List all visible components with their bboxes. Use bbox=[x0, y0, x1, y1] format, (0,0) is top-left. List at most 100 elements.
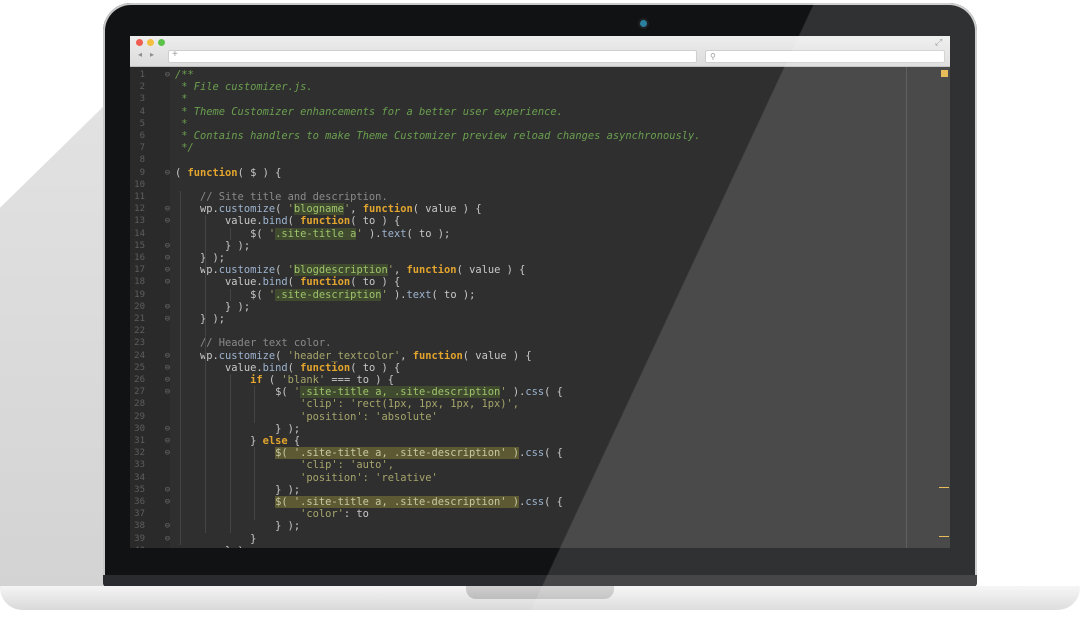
fold-toggle-icon[interactable]: ⊖ bbox=[164, 167, 171, 179]
line-number: 34 bbox=[134, 472, 145, 483]
code-line[interactable]: 21 ⊖ } ); bbox=[130, 313, 906, 325]
code-line[interactable]: 6 * Contains handlers to make Theme Cust… bbox=[130, 130, 906, 142]
code-line[interactable]: 33 'clip': 'auto', bbox=[130, 459, 906, 471]
code-line[interactable]: 18 ⊖ value.bind( function( to ) { bbox=[130, 276, 906, 288]
minimize-window-button[interactable] bbox=[147, 39, 154, 46]
code-token: ( { bbox=[544, 386, 563, 399]
code-line[interactable]: 38 ⊖ } ); bbox=[130, 520, 906, 532]
fold-toggle-icon[interactable]: ⊖ bbox=[164, 362, 171, 374]
expand-icon[interactable]: ⤢ bbox=[935, 38, 942, 47]
code-line[interactable]: 34 'position': 'relative' bbox=[130, 472, 906, 484]
code-line[interactable]: 5 * bbox=[130, 118, 906, 130]
code-line[interactable]: 17 ⊖ wp.customize( 'blogdescription', fun… bbox=[130, 264, 906, 277]
code-token: } ); bbox=[175, 483, 301, 496]
code-token: } ); bbox=[175, 252, 226, 264]
code-line[interactable]: 25 ⊖ value.bind( function( to ) { bbox=[130, 362, 906, 374]
code-line[interactable]: 32 ⊖ $( '.site-title a, .site-description… bbox=[130, 447, 906, 460]
code-token: } bbox=[175, 435, 263, 447]
search-input[interactable]: ⚲ bbox=[705, 50, 945, 63]
code-token: ). bbox=[387, 288, 407, 301]
code-line[interactable]: 39 ⊖ } bbox=[130, 533, 906, 545]
code-line[interactable]: 19 $( '.site-description' ).text( to ); bbox=[130, 288, 906, 301]
address-bar[interactable]: + bbox=[168, 49, 697, 63]
code-line[interactable]: 14 $( '.site-title a' ).text( to ); bbox=[130, 227, 906, 240]
indent-guide bbox=[205, 215, 206, 533]
code-line[interactable]: 36 ⊖ $( '.site-title a, .site-description… bbox=[130, 496, 906, 508]
fold-toggle-icon[interactable]: ⊖ bbox=[164, 435, 171, 447]
code-line[interactable]: 27 ⊖ $( '.site-title a, .site-description… bbox=[130, 386, 906, 399]
code-text: } ); bbox=[175, 240, 250, 252]
fold-toggle-icon[interactable]: ⊖ bbox=[164, 264, 171, 276]
line-number: 4 bbox=[139, 106, 145, 117]
code-line[interactable]: 9 ⊖ ( function( $ ) { bbox=[130, 167, 906, 179]
fold-toggle-icon[interactable]: ⊖ bbox=[164, 374, 171, 386]
back-arrow-icon[interactable]: ◂ bbox=[138, 50, 142, 60]
code-line[interactable]: 8 bbox=[130, 154, 906, 166]
code-line[interactable]: 15 ⊖ } ); bbox=[130, 240, 906, 252]
code-line[interactable]: 11 // Site title and description. bbox=[130, 191, 906, 203]
fold-toggle-icon[interactable]: ⊖ bbox=[164, 447, 171, 459]
close-window-button[interactable] bbox=[136, 39, 143, 46]
line-number: 14 bbox=[134, 228, 145, 239]
fold-toggle-icon[interactable]: ⊖ bbox=[164, 484, 171, 496]
code-line[interactable]: 10 bbox=[130, 179, 906, 191]
fold-toggle-icon[interactable]: ⊖ bbox=[164, 496, 171, 508]
code-line[interactable]: 35 ⊖ } ); bbox=[130, 484, 906, 496]
code-line[interactable]: 23 // Header text color. bbox=[130, 337, 906, 349]
code-token: ( bbox=[262, 374, 282, 386]
fold-toggle-icon[interactable]: ⊖ bbox=[164, 252, 171, 264]
fold-toggle-icon[interactable]: ⊖ bbox=[164, 350, 171, 362]
forward-arrow-icon[interactable]: ▸ bbox=[150, 50, 154, 60]
fold-toggle-icon[interactable]: ⊖ bbox=[164, 276, 171, 288]
indent-guide bbox=[180, 191, 181, 545]
line-number: 37 bbox=[134, 509, 145, 520]
code-text: value.bind( function( to ) { bbox=[175, 276, 400, 288]
line-number: 36 bbox=[134, 497, 145, 507]
code-line[interactable]: 13 ⊖ value.bind( function( to ) { bbox=[130, 215, 906, 227]
code-line[interactable]: 1 ⊖ /** bbox=[130, 69, 906, 81]
code-text: value.bind( function( to ) { bbox=[175, 215, 400, 227]
fold-toggle-icon[interactable]: ⊖ bbox=[164, 240, 171, 252]
code-token: ( to ) { bbox=[350, 215, 401, 228]
code-line[interactable]: 7 */ bbox=[130, 142, 906, 154]
code-text: } bbox=[175, 533, 256, 545]
code-token: ( bbox=[287, 361, 301, 374]
line-number: 16 bbox=[134, 253, 145, 263]
plus-icon[interactable]: + bbox=[172, 49, 178, 60]
code-line[interactable]: 2 * File customizer.js. bbox=[130, 81, 906, 93]
fold-toggle-icon[interactable]: ⊖ bbox=[164, 203, 171, 215]
code-line[interactable]: 29 'position': 'absolute' bbox=[130, 411, 906, 423]
code-line[interactable]: 37 'color': to bbox=[130, 508, 906, 520]
code-line[interactable]: 26 ⊖ if ( 'blank' === to ) { bbox=[130, 374, 906, 386]
fold-toggle-icon[interactable]: ⊖ bbox=[164, 313, 171, 325]
line-number: 8 bbox=[139, 155, 145, 166]
fold-toggle-icon[interactable]: ⊖ bbox=[164, 386, 171, 398]
fold-toggle-icon[interactable]: ⊖ bbox=[164, 533, 171, 545]
code-text: if ( 'blank' === to ) { bbox=[175, 374, 394, 386]
zoom-window-button[interactable] bbox=[158, 39, 165, 46]
code-line[interactable]: 3 * bbox=[130, 93, 906, 105]
fold-toggle-icon[interactable]: ⊖ bbox=[164, 301, 171, 313]
code-text: } ); bbox=[175, 484, 300, 496]
code-line[interactable]: 20 ⊖ } ); bbox=[130, 301, 906, 313]
fold-toggle-icon[interactable]: ⊖ bbox=[164, 69, 171, 81]
code-token: ( bbox=[275, 349, 288, 362]
fold-toggle-icon[interactable]: ⊖ bbox=[164, 215, 171, 227]
code-token: css bbox=[525, 447, 545, 460]
code-line[interactable]: 12 ⊖ wp.customize( 'blogname', function( … bbox=[130, 203, 906, 216]
code-line[interactable]: 22 bbox=[130, 325, 906, 337]
code-text: } ); bbox=[175, 313, 225, 325]
fold-toggle-icon[interactable]: ⊖ bbox=[164, 520, 171, 532]
code-line[interactable]: 40 } ); bbox=[130, 545, 906, 548]
code-line[interactable]: 4 * Theme Customizer enhancements for a … bbox=[130, 106, 906, 118]
code-line[interactable]: 24 ⊖ wp.customize( 'header_textcolor', fu… bbox=[130, 350, 906, 362]
code-token: text bbox=[406, 288, 432, 301]
code-line[interactable]: 28 'clip': 'rect(1px, 1px, 1px, 1px)', bbox=[130, 398, 906, 410]
fold-toggle-icon[interactable]: ⊖ bbox=[164, 423, 171, 435]
code-area[interactable]: 1 ⊖/** 2 * File customizer.js. 3 * 4 * Theme… bbox=[130, 67, 950, 548]
scroll-marker-bar[interactable] bbox=[938, 67, 950, 548]
code-editor[interactable]: 1 ⊖/** 2 * File customizer.js. 3 * 4 * Theme… bbox=[130, 67, 950, 548]
code-line[interactable]: 16 ⊖ } ); bbox=[130, 252, 906, 264]
code-line[interactable]: 31 ⊖ } else { bbox=[130, 435, 906, 447]
code-line[interactable]: 30 ⊖ } ); bbox=[130, 423, 906, 435]
